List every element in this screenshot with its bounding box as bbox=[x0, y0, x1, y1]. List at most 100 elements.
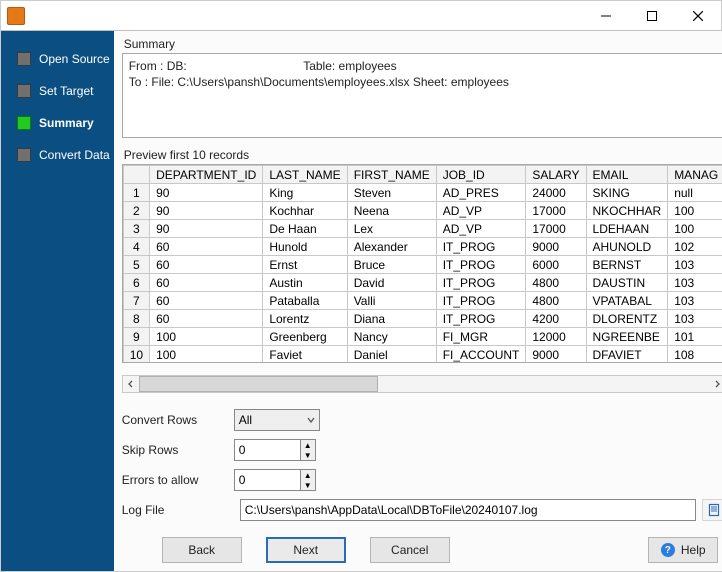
table-cell[interactable]: Daniel bbox=[347, 346, 436, 363]
table-cell[interactable]: 60 bbox=[150, 292, 263, 310]
wizard-step-convert-data[interactable]: Convert Data bbox=[1, 141, 114, 169]
table-row[interactable]: 190KingStevenAD_PRES24000SKINGnull bbox=[123, 184, 722, 202]
table-cell[interactable]: Steven bbox=[347, 184, 436, 202]
table-cell[interactable]: 60 bbox=[150, 238, 263, 256]
table-cell[interactable]: 9000 bbox=[526, 346, 586, 363]
logfile-input[interactable] bbox=[240, 499, 696, 521]
table-cell[interactable]: Pataballa bbox=[263, 292, 347, 310]
table-row[interactable]: 460HunoldAlexanderIT_PROG9000AHUNOLD102 bbox=[123, 238, 722, 256]
table-cell[interactable]: VPATABAL bbox=[586, 292, 668, 310]
table-cell[interactable]: 102 bbox=[668, 238, 722, 256]
cancel-button[interactable]: Cancel bbox=[370, 537, 450, 563]
spinner-up-icon[interactable]: ▲ bbox=[301, 470, 315, 480]
column-header[interactable]: SALARY bbox=[526, 166, 586, 184]
table-cell[interactable]: Bruce bbox=[347, 256, 436, 274]
table-row[interactable]: 560ErnstBruceIT_PROG6000BERNST103 bbox=[123, 256, 722, 274]
table-cell[interactable]: King bbox=[263, 184, 347, 202]
table-cell[interactable]: 9000 bbox=[526, 238, 586, 256]
table-cell[interactable]: Greenberg bbox=[263, 328, 347, 346]
minimize-button[interactable] bbox=[583, 1, 629, 31]
table-cell[interactable]: 103 bbox=[668, 256, 722, 274]
close-button[interactable] bbox=[675, 1, 721, 31]
table-cell[interactable]: FI_ACCOUNT bbox=[436, 346, 526, 363]
column-header[interactable]: JOB_ID bbox=[436, 166, 526, 184]
table-cell[interactable]: NKOCHHAR bbox=[586, 202, 668, 220]
table-cell[interactable]: IT_PROG bbox=[436, 238, 526, 256]
table-cell[interactable]: 90 bbox=[150, 184, 263, 202]
logfile-browse-button[interactable] bbox=[702, 499, 722, 521]
scroll-left-icon[interactable] bbox=[123, 376, 139, 392]
table-cell[interactable]: 24000 bbox=[526, 184, 586, 202]
table-cell[interactable]: DFAVIET bbox=[586, 346, 668, 363]
table-cell[interactable]: 108 bbox=[668, 346, 722, 363]
table-cell[interactable]: 101 bbox=[668, 328, 722, 346]
table-cell[interactable]: FI_MGR bbox=[436, 328, 526, 346]
table-row[interactable]: 9100GreenbergNancyFI_MGR12000NGREENBE101 bbox=[123, 328, 722, 346]
table-row[interactable]: 290KochharNeenaAD_VP17000NKOCHHAR100 bbox=[123, 202, 722, 220]
column-header[interactable]: MANAG bbox=[668, 166, 722, 184]
table-cell[interactable]: 103 bbox=[668, 310, 722, 328]
table-cell[interactable]: 4800 bbox=[526, 292, 586, 310]
table-cell[interactable]: 17000 bbox=[526, 202, 586, 220]
column-header[interactable]: EMAIL bbox=[586, 166, 668, 184]
table-cell[interactable]: Alexander bbox=[347, 238, 436, 256]
table-cell[interactable]: 100 bbox=[668, 202, 722, 220]
table-cell[interactable]: AD_VP bbox=[436, 220, 526, 238]
table-row[interactable]: 390De HaanLexAD_VP17000LDEHAAN100 bbox=[123, 220, 722, 238]
table-cell[interactable]: IT_PROG bbox=[436, 274, 526, 292]
back-button[interactable]: Back bbox=[162, 537, 242, 563]
table-cell[interactable]: Austin bbox=[263, 274, 347, 292]
table-cell[interactable]: DLORENTZ bbox=[586, 310, 668, 328]
table-cell[interactable]: 6000 bbox=[526, 256, 586, 274]
spinner-down-icon[interactable]: ▼ bbox=[301, 450, 315, 460]
table-cell[interactable]: LDEHAAN bbox=[586, 220, 668, 238]
table-cell[interactable]: 17000 bbox=[526, 220, 586, 238]
table-cell[interactable]: 90 bbox=[150, 202, 263, 220]
table-cell[interactable]: Kochhar bbox=[263, 202, 347, 220]
table-cell[interactable]: AD_PRES bbox=[436, 184, 526, 202]
table-cell[interactable]: IT_PROG bbox=[436, 256, 526, 274]
table-cell[interactable]: Ernst bbox=[263, 256, 347, 274]
table-cell[interactable]: David bbox=[347, 274, 436, 292]
table-cell[interactable]: NGREENBE bbox=[586, 328, 668, 346]
table-cell[interactable]: Neena bbox=[347, 202, 436, 220]
table-row[interactable]: 860LorentzDianaIT_PROG4200DLORENTZ103 bbox=[123, 310, 722, 328]
wizard-step-open-source[interactable]: Open Source bbox=[1, 45, 114, 73]
table-cell[interactable]: Valli bbox=[347, 292, 436, 310]
scroll-right-icon[interactable] bbox=[709, 376, 722, 392]
table-cell[interactable]: Hunold bbox=[263, 238, 347, 256]
table-cell[interactable]: 4200 bbox=[526, 310, 586, 328]
column-header[interactable]: FIRST_NAME bbox=[347, 166, 436, 184]
table-cell[interactable]: Diana bbox=[347, 310, 436, 328]
table-cell[interactable]: De Haan bbox=[263, 220, 347, 238]
table-row[interactable]: 760PataballaValliIT_PROG4800VPATABAL103 bbox=[123, 292, 722, 310]
convert-rows-select[interactable]: All bbox=[234, 409, 320, 431]
table-cell[interactable]: AHUNOLD bbox=[586, 238, 668, 256]
wizard-step-set-target[interactable]: Set Target bbox=[1, 77, 114, 105]
horizontal-scrollbar[interactable] bbox=[122, 375, 722, 393]
skip-rows-input[interactable] bbox=[234, 439, 300, 461]
table-cell[interactable]: 4800 bbox=[526, 274, 586, 292]
errors-spinner[interactable]: ▲▼ bbox=[234, 469, 316, 491]
maximize-button[interactable] bbox=[629, 1, 675, 31]
table-row[interactable]: 660AustinDavidIT_PROG4800DAUSTIN103 bbox=[123, 274, 722, 292]
table-cell[interactable]: Nancy bbox=[347, 328, 436, 346]
table-cell[interactable]: DAUSTIN bbox=[586, 274, 668, 292]
errors-input[interactable] bbox=[234, 469, 300, 491]
table-cell[interactable]: 100 bbox=[668, 220, 722, 238]
table-cell[interactable]: Faviet bbox=[263, 346, 347, 363]
wizard-step-summary[interactable]: Summary bbox=[1, 109, 114, 137]
table-cell[interactable]: 90 bbox=[150, 220, 263, 238]
table-cell[interactable]: 60 bbox=[150, 256, 263, 274]
table-cell[interactable]: 103 bbox=[668, 292, 722, 310]
table-cell[interactable]: Lex bbox=[347, 220, 436, 238]
table-cell[interactable]: 103 bbox=[668, 274, 722, 292]
column-header[interactable]: DEPARTMENT_ID bbox=[150, 166, 263, 184]
spinner-up-icon[interactable]: ▲ bbox=[301, 440, 315, 450]
table-cell[interactable]: BERNST bbox=[586, 256, 668, 274]
table-cell[interactable]: IT_PROG bbox=[436, 310, 526, 328]
table-cell[interactable]: 100 bbox=[150, 328, 263, 346]
next-button[interactable]: Next bbox=[266, 537, 346, 563]
table-cell[interactable]: null bbox=[668, 184, 722, 202]
table-cell[interactable]: IT_PROG bbox=[436, 292, 526, 310]
